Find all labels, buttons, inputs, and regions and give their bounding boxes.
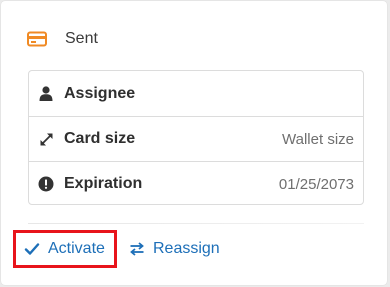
reassign-button[interactable]: Reassign (129, 232, 220, 266)
activate-button[interactable]: Activate (13, 230, 117, 268)
status-label: Sent (65, 30, 98, 47)
detail-value: 01/25/2073 (278, 175, 354, 193)
detail-name: Expiration (64, 175, 143, 192)
details-table: Assignee Card size Wallet size Expiratio… (28, 70, 364, 205)
detail-row-card-size: Card size Wallet size (29, 116, 363, 161)
status-line: Sent (27, 29, 98, 49)
action-bar: Activate Reassign (13, 230, 220, 268)
detail-name: Card size (64, 130, 136, 147)
exclamation-circle-icon (38, 176, 54, 192)
user-icon (38, 86, 54, 102)
detail-row-expiration: Expiration 01/25/2073 (29, 161, 363, 206)
detail-value: Wallet size (282, 130, 354, 148)
card-panel: Sent Assignee Card size Wallet size Expi… (1, 1, 387, 285)
detail-name: Assignee (64, 84, 136, 102)
swap-arrows-icon (129, 241, 145, 257)
divider (28, 223, 364, 224)
activate-label: Activate (48, 240, 105, 257)
credit-card-icon (27, 31, 47, 47)
detail-row-assignee: Assignee (29, 71, 363, 116)
checkmark-icon (24, 241, 40, 257)
expand-arrows-icon (38, 131, 54, 147)
reassign-label: Reassign (153, 240, 220, 257)
